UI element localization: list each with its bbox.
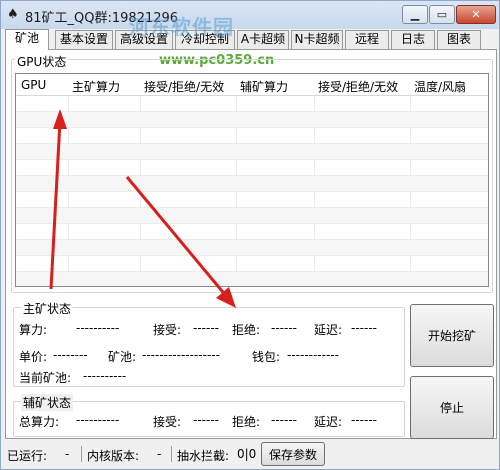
column-header-dual-shares[interactable]: 接受/拒绝/无效	[318, 78, 398, 95]
table-row	[16, 256, 488, 272]
tab-strip: 矿池 基本设置 高级设置 冷却控制 A卡超频 N卡超频 远程 日志 图表	[5, 29, 497, 50]
table-row	[16, 208, 488, 224]
running-label: 已运行:	[7, 449, 48, 463]
close-icon: ✕	[471, 8, 481, 21]
tab-nvidia-overclock[interactable]: N卡超频	[291, 30, 343, 49]
status-bar: 已运行: - 内核版本: - 抽水拦截: 0|0 保存参数	[1, 441, 499, 469]
main-mining-label: 主矿状态	[21, 300, 74, 317]
wallet-label: 钱包:	[252, 350, 281, 364]
status-divider	[171, 446, 172, 462]
table-row	[16, 112, 488, 128]
kernel-version-value: -	[157, 447, 162, 461]
dual-accepted-label: 接受:	[153, 415, 182, 429]
tab-basic-settings[interactable]: 基本设置	[55, 30, 113, 49]
dual-rejected-label: 拒绝:	[232, 415, 261, 429]
tab-amd-overclock[interactable]: A卡超频	[237, 30, 289, 49]
table-row	[16, 240, 488, 256]
price-value: --------	[53, 348, 88, 362]
pool-label: 矿池:	[108, 350, 137, 364]
minimize-button[interactable]: ▁	[402, 5, 428, 24]
dual-accepted-value: ------	[193, 413, 219, 427]
status-divider	[81, 446, 82, 462]
main-latency-value: ------	[351, 321, 377, 335]
kernel-version-label: 内核版本:	[87, 449, 140, 463]
dual-hashrate-label: 总算力:	[19, 415, 60, 429]
intercept-label: 抽水拦截:	[177, 449, 230, 463]
current-pool-label: 当前矿池:	[19, 371, 72, 385]
gpu-status-table[interactable]: GPU 主矿算力 接受/拒绝/无效 辅矿算力 接受/拒绝/无效 温度/风扇	[15, 73, 489, 287]
intercept-value: 0|0	[237, 447, 257, 461]
column-header-main-hashrate[interactable]: 主矿算力	[72, 78, 120, 95]
app-window: ♠ 81矿工_QQ群:19821296 ▁ ▭ ✕ 矿池 基本设置 高级设置 冷…	[0, 0, 500, 470]
title-bar: ♠ 81矿工_QQ群:19821296 ▁ ▭ ✕	[1, 1, 499, 29]
current-pool-value: ----------	[83, 369, 127, 383]
app-logo-icon: ♠	[7, 7, 19, 22]
tab-pool[interactable]: 矿池	[5, 29, 49, 50]
pool-value: ------------------	[142, 348, 220, 362]
main-accepted-label: 接受:	[153, 323, 182, 337]
table-row	[16, 176, 488, 192]
dual-latency-label: 延迟:	[314, 415, 343, 429]
table-row	[16, 144, 488, 160]
main-latency-label: 延迟:	[314, 323, 343, 337]
watermark-text: 河东软件园	[129, 15, 234, 39]
dual-latency-value: ------	[351, 413, 377, 427]
maximize-icon: ▭	[436, 8, 448, 21]
main-hashrate-value: ----------	[76, 321, 120, 335]
dual-hashrate-value: ----------	[76, 413, 120, 427]
close-button[interactable]: ✕	[456, 5, 496, 24]
wallet-value: ------------	[287, 348, 339, 362]
table-row	[16, 272, 488, 286]
gpu-status-label: GPU状态	[15, 53, 69, 70]
column-header-gpu[interactable]: GPU	[21, 78, 46, 92]
main-rejected-label: 拒绝:	[232, 323, 261, 337]
dual-rejected-value: ------	[271, 413, 297, 427]
running-value: -	[65, 447, 70, 461]
table-header: GPU 主矿算力 接受/拒绝/无效 辅矿算力 接受/拒绝/无效 温度/风扇	[16, 74, 488, 96]
table-row	[16, 160, 488, 176]
dual-mining-label: 辅矿状态	[21, 394, 74, 411]
column-header-main-shares[interactable]: 接受/拒绝/无效	[144, 78, 224, 95]
maximize-button[interactable]: ▭	[429, 5, 455, 24]
main-mining-group	[13, 307, 405, 387]
table-row	[16, 192, 488, 208]
table-row	[16, 96, 488, 112]
tab-remote[interactable]: 远程	[345, 30, 389, 49]
tab-log[interactable]: 日志	[391, 30, 435, 49]
start-mining-button[interactable]: 开始挖矿	[410, 304, 494, 367]
table-row	[16, 224, 488, 240]
save-settings-button[interactable]: 保存参数	[261, 442, 325, 466]
column-header-dual-hashrate[interactable]: 辅矿算力	[240, 78, 288, 95]
main-hashrate-label: 算力:	[19, 323, 48, 337]
main-rejected-value: ------	[271, 321, 297, 335]
column-header-temp-fan[interactable]: 温度/风扇	[414, 78, 466, 95]
price-label: 单价:	[19, 350, 48, 364]
table-row	[16, 128, 488, 144]
minimize-icon: ▁	[410, 8, 420, 21]
tab-chart[interactable]: 图表	[437, 30, 481, 49]
main-accepted-value: ------	[193, 321, 219, 335]
stop-button[interactable]: 停止	[410, 376, 494, 439]
